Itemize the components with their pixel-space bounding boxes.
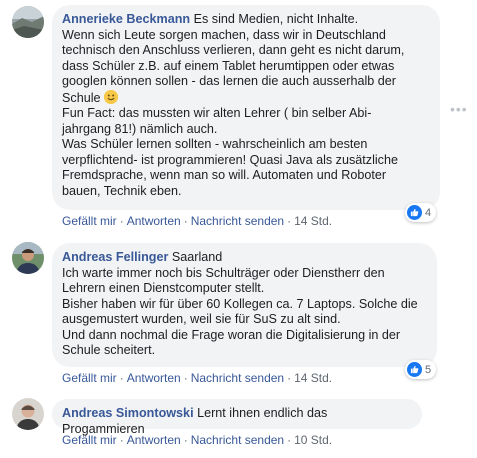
timestamp[interactable]: 14 Std. xyxy=(294,214,332,228)
more-horizontal-icon[interactable]: ••• xyxy=(450,101,468,117)
separator: · xyxy=(183,433,188,447)
reply-link[interactable]: Antworten xyxy=(127,214,181,228)
author-name[interactable]: Andreas Simontowski xyxy=(62,406,194,420)
comment-bubble: Andreas Simontowski Lernt ihnen endlich … xyxy=(52,399,422,436)
timestamp[interactable]: 14 Std. xyxy=(294,371,332,385)
author-name[interactable]: Annerieke Beckmann xyxy=(62,12,190,26)
reaction-count[interactable]: 4 xyxy=(405,203,437,222)
separator: · xyxy=(119,371,124,385)
thumbs-up-icon xyxy=(407,205,422,220)
avatar-person-image xyxy=(12,398,44,430)
send-message-link[interactable]: Nachricht senden xyxy=(191,214,284,228)
like-link[interactable]: Gefällt mir xyxy=(62,371,117,385)
separator: · xyxy=(119,433,124,447)
reaction-number: 4 xyxy=(425,206,432,219)
like-link[interactable]: Gefällt mir xyxy=(62,214,117,228)
reaction-count[interactable]: 5 xyxy=(405,360,437,379)
reply-link[interactable]: Antworten xyxy=(127,433,181,447)
comment-bubble: Andreas Fellinger Saarland Ich warte imm… xyxy=(52,243,437,367)
smile-emoji-icon xyxy=(104,89,119,104)
comment-actions: Gefällt mir · Antworten · Nachricht senden · 1… xyxy=(62,214,332,228)
comment-bubble: Annerieke Beckmann Es sind Medien, nicht… xyxy=(52,5,440,210)
avatar-person-image xyxy=(12,242,44,274)
separator: · xyxy=(287,433,292,447)
comment-actions: Gefällt mir · Antworten · Nachricht senden · 1… xyxy=(62,433,332,447)
reply-link[interactable]: Antworten xyxy=(127,371,181,385)
comment-actions: Gefällt mir · Antworten · Nachricht senden · 1… xyxy=(62,371,332,385)
thumbs-up-icon xyxy=(407,362,422,377)
reaction-number: 5 xyxy=(425,363,432,376)
avatar[interactable] xyxy=(12,6,44,38)
comment-text: Saarland Ich warte immer noch bis Schult… xyxy=(62,250,418,357)
separator: · xyxy=(183,371,188,385)
send-message-link[interactable]: Nachricht senden xyxy=(191,371,284,385)
comment-text-continued: Fun Fact: das mussten wir alten Lehrer (… xyxy=(62,106,398,198)
author-name[interactable]: Andreas Fellinger xyxy=(62,250,168,264)
separator: · xyxy=(287,371,292,385)
separator: · xyxy=(119,214,124,228)
separator: · xyxy=(287,214,292,228)
send-message-link[interactable]: Nachricht senden xyxy=(191,433,284,447)
avatar[interactable] xyxy=(12,242,44,274)
like-link[interactable]: Gefällt mir xyxy=(62,433,117,447)
timestamp[interactable]: 10 Std. xyxy=(294,433,332,447)
separator: · xyxy=(183,214,188,228)
avatar[interactable] xyxy=(12,398,44,430)
avatar-landscape-image xyxy=(12,6,44,38)
